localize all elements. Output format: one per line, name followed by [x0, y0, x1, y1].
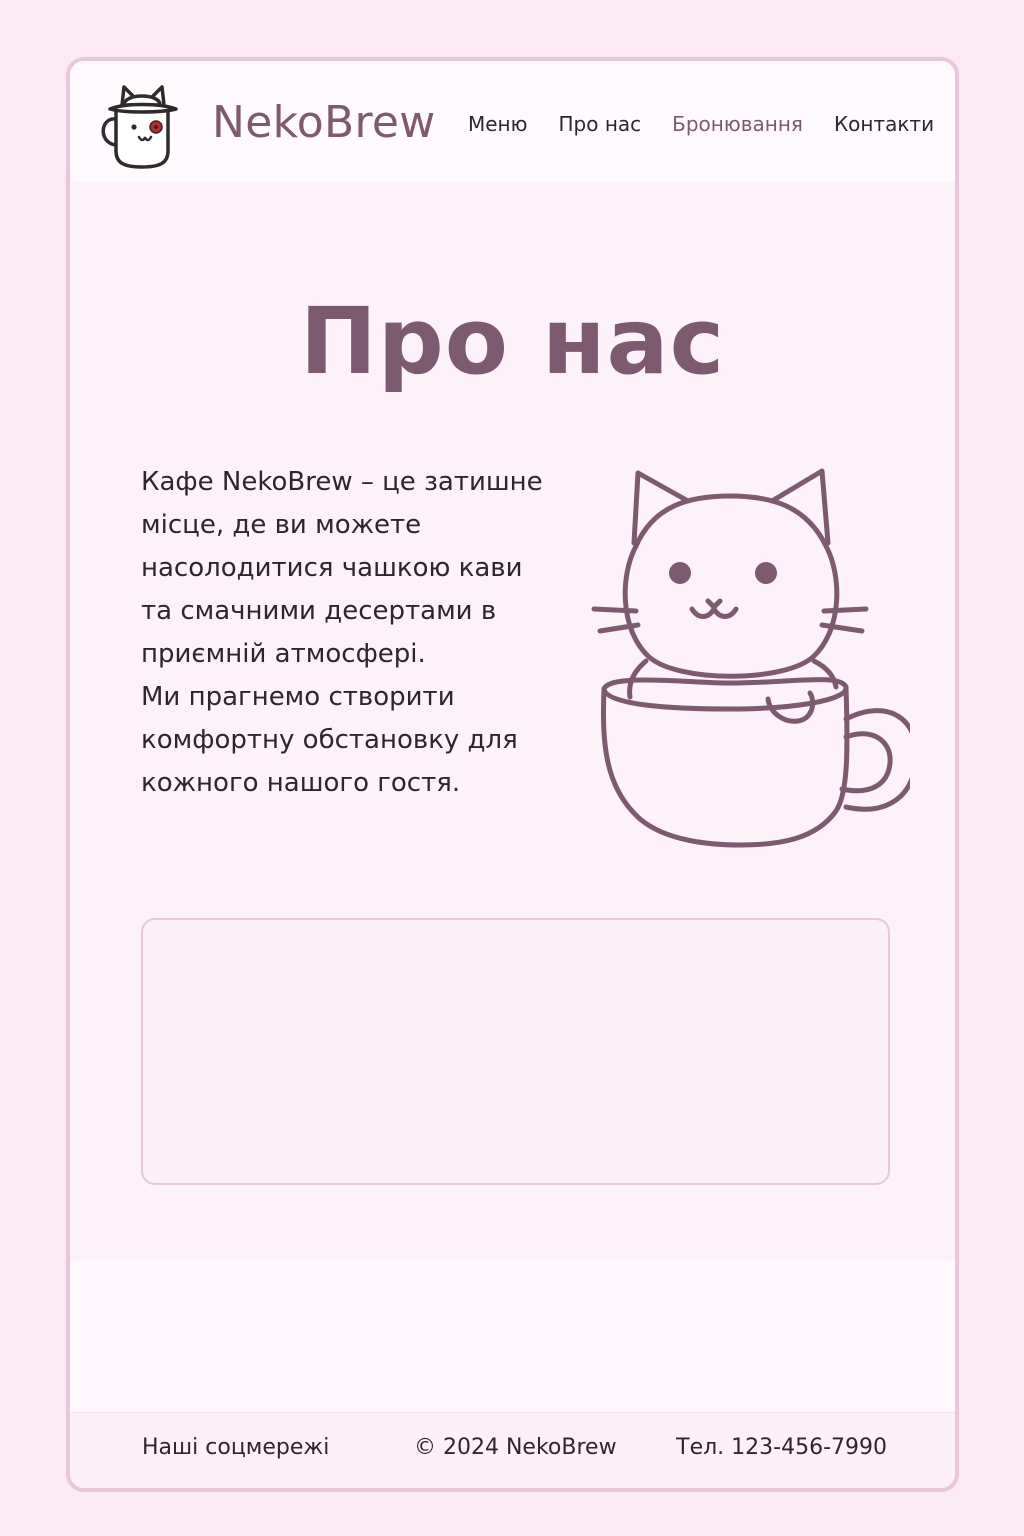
nav-booking[interactable]: Бронювання — [672, 111, 803, 137]
page-title: Про нас — [299, 288, 726, 395]
footer-phone[interactable]: Тел. 123-456-7990 — [676, 1435, 887, 1460]
cat-mug-logo-icon[interactable] — [94, 75, 186, 171]
footer-social-link[interactable]: Наші соцмережі — [142, 1435, 329, 1460]
nav-about[interactable]: Про нас — [558, 111, 641, 137]
content-panel — [141, 918, 890, 1185]
brand-name[interactable]: NekoBrew — [212, 95, 436, 151]
site-footer: Наші соцмережі © 2024 NekoBrew Тел. 123-… — [70, 1412, 955, 1488]
page-frame: NekoBrew Меню Про нас Бронювання Контакт… — [66, 57, 959, 1492]
nav-menu[interactable]: Меню — [468, 111, 527, 137]
cat-in-cup-icon — [591, 468, 910, 848]
site-header: NekoBrew Меню Про нас Бронювання Контакт… — [70, 61, 955, 182]
nav-contacts[interactable]: Контакти — [834, 111, 934, 137]
footer-copyright: © 2024 NekoBrew — [414, 1435, 617, 1460]
about-paragraph-1: Кафе NekoBrew – це затишне місце, де ви … — [141, 467, 543, 669]
main-nav: Меню Про нас Бронювання Контакти — [468, 111, 934, 137]
about-description: Кафе NekoBrew – це затишне місце, де ви … — [141, 461, 561, 805]
about-paragraph-2: Ми прагнемо створити комфортну обстановк… — [141, 682, 518, 798]
lower-section — [70, 1260, 955, 1416]
